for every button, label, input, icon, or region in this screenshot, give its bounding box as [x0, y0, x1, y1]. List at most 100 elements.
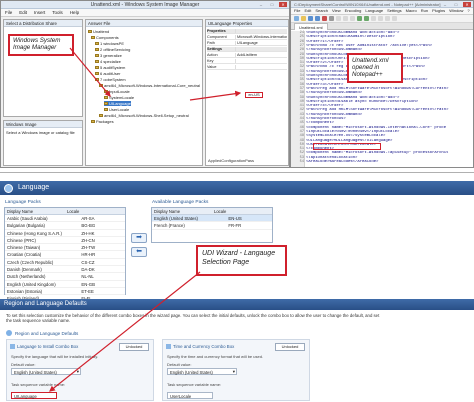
unlock-button[interactable]: Unlocked	[275, 343, 305, 351]
property-row-value[interactable]: Value	[207, 65, 287, 70]
close-file-icon[interactable]	[322, 16, 327, 21]
save-icon[interactable]	[308, 16, 313, 21]
available-language-packs-list[interactable]: Available Language Packs Display Name Lo…	[151, 200, 273, 243]
tree-item-setting[interactable]: SystemLocale	[104, 95, 134, 100]
tree-item-pass[interactable]: 6 auditUser	[95, 71, 120, 76]
npp-title: C:\DeploymentShare\Control\WIN10X64\Unat…	[294, 2, 441, 7]
menu-tools[interactable]: Tools	[52, 10, 63, 15]
npp-menu-item[interactable]: Plugins	[432, 8, 445, 14]
menu-edit[interactable]: Edit	[19, 10, 27, 15]
remove-language-button[interactable]: ⬅	[131, 247, 147, 257]
tree-item-packages[interactable]: Packages	[91, 119, 114, 124]
tree-item-pass[interactable]: 2 offlineServicing	[95, 47, 130, 52]
tree-item-pass[interactable]: 1 windowsPE	[95, 41, 124, 46]
col-display-name[interactable]: Display Name	[5, 208, 65, 214]
language-packs-list[interactable]: Language Packs Display Name Locale Arabi…	[4, 200, 126, 303]
npp-menu-item[interactable]: Encoding	[345, 8, 362, 14]
npp-menu-item[interactable]: ?	[467, 8, 469, 14]
language-row[interactable]: English (United Kingdom) EN-GB	[5, 281, 125, 288]
close-icon[interactable]: ✕	[463, 2, 471, 7]
zoom-in-icon[interactable]	[385, 16, 390, 21]
tree-item-setting[interactable]: InputLocale	[104, 89, 130, 94]
windows-image-pane[interactable]: Windows Image Select a Windows image or …	[3, 120, 83, 166]
undo-icon[interactable]	[357, 16, 362, 21]
language-row[interactable]: French (France) FR-FR	[152, 222, 272, 230]
card-description: Specify the language that will be instal…	[11, 354, 99, 359]
language-name: Czech (Czech Republic)	[7, 259, 54, 265]
col-display-name[interactable]: Display Name	[152, 208, 212, 214]
new-file-icon[interactable]	[294, 16, 299, 21]
tree-item-setting[interactable]: UserLocale	[104, 107, 129, 112]
tree-item-pass[interactable]: 5 auditSystem	[95, 65, 125, 70]
card-title: Language to Install Combo Box	[17, 344, 79, 349]
language-row[interactable]: Chinese (Taiwan) ZH-TW	[5, 244, 125, 252]
language-row[interactable]: Arabic (Saudi Arabia) AR-SA	[5, 215, 125, 223]
language-packs-header: Display Name Locale	[5, 208, 125, 215]
language-row[interactable]: Dutch (Netherlands) NL-NL	[5, 273, 125, 281]
language-row[interactable]: Croatian (Croatia) HR-HR	[5, 251, 125, 259]
uilanguage-variable-field[interactable]: UILanguage	[11, 392, 57, 399]
open-file-icon[interactable]	[301, 16, 306, 21]
language-locale: EN-US	[228, 216, 242, 221]
tree-item-components[interactable]: Components	[91, 35, 119, 40]
tree-item-pass[interactable]: 4 specialize	[95, 59, 121, 64]
tree-item-component[interactable]: amd64_Microsoft-Windows-Shell-Setup_neut…	[99, 113, 189, 118]
npp-menu-item[interactable]: View	[332, 8, 341, 14]
find-icon[interactable]	[371, 16, 376, 21]
default-language-select[interactable]: English (United States)	[11, 368, 81, 375]
menu-help[interactable]: Help	[70, 10, 79, 15]
property-row[interactable]: Action AddListItem	[207, 53, 287, 58]
npp-menu-item[interactable]: Run	[421, 8, 428, 14]
npp-menu-item[interactable]: File	[294, 8, 300, 14]
language-row[interactable]: Czech (Czech Republic) CS-CZ	[5, 259, 125, 267]
tab-unattend[interactable]: Unattend.xml	[294, 23, 328, 30]
language-row[interactable]: Chinese (PRC) ZH-CN	[5, 237, 125, 245]
copy-icon[interactable]	[343, 16, 348, 21]
language-row[interactable]: English (United States) EN-US	[152, 215, 272, 223]
close-icon[interactable]: ✕	[279, 2, 287, 7]
unlock-button[interactable]: Unlocked	[119, 343, 149, 351]
language-name: Chinese (Taiwan)	[7, 245, 41, 251]
zoom-out-icon[interactable]	[392, 16, 397, 21]
answer-file-tree[interactable]: Answer File Unattend Components 1 window…	[85, 19, 203, 166]
language-row[interactable]: Chinese (Hong Kong S.A.R.) ZH-HK	[5, 230, 125, 237]
minimize-icon[interactable]: –	[441, 2, 449, 7]
col-locale[interactable]: Locale	[212, 208, 272, 214]
tree-item-uilanguage[interactable]: UILanguage	[104, 101, 131, 106]
npp-menu-item[interactable]: Search	[315, 8, 328, 14]
paste-icon[interactable]	[350, 16, 355, 21]
userlocale-variable-field[interactable]: UserLocale	[167, 392, 213, 399]
code-line[interactable]: <AreaCode>%AreaCode%</AreaCode>	[306, 160, 473, 165]
language-row[interactable]: Danish (Denmark) DA-DK	[5, 266, 125, 274]
minimize-icon[interactable]: –	[257, 2, 265, 7]
property-row[interactable]: Key	[207, 59, 287, 64]
npp-menu-item[interactable]: Settings	[387, 8, 401, 14]
npp-menu-item[interactable]: Language	[365, 8, 383, 14]
col-locale[interactable]: Locale	[65, 208, 125, 214]
cut-icon[interactable]	[336, 16, 341, 21]
npp-menu-item[interactable]: Window	[449, 8, 463, 14]
maximize-icon[interactable]: □	[452, 2, 460, 7]
tree-item-component[interactable]: amd64_Microsoft-Windows-International-Co…	[99, 83, 200, 88]
maximize-icon[interactable]: □	[268, 2, 276, 7]
uilanguage-line-highlight	[313, 143, 381, 150]
tree-item-pass[interactable]: 7 oobeSystem	[95, 77, 126, 82]
print-icon[interactable]	[329, 16, 334, 21]
language-row[interactable]: Estonian (Estonia) ET-EE	[5, 288, 125, 296]
language-row[interactable]: Bulgarian (Bulgaria) BG-BG	[5, 222, 125, 230]
menu-file[interactable]: File	[5, 10, 12, 15]
tree-item-unattend[interactable]: Unattend	[88, 29, 109, 34]
replace-icon[interactable]	[378, 16, 383, 21]
save-all-icon[interactable]	[315, 16, 320, 21]
add-language-button[interactable]: ➡	[131, 233, 147, 243]
property-row[interactable]: ComponentMicrosoft-Windows-International…	[207, 35, 287, 40]
default-locale-select[interactable]: English (United States)	[167, 368, 237, 375]
value-highlight[interactable]: en-US	[245, 92, 263, 98]
tree-item-pass[interactable]: 3 generalize	[95, 53, 122, 58]
menu-insert[interactable]: Insert	[34, 10, 45, 15]
redo-icon[interactable]	[364, 16, 369, 21]
npp-menu-item[interactable]: Macro	[406, 8, 417, 14]
distribution-share-pane[interactable]: Select a Distribution Share Windows Syst…	[3, 19, 83, 117]
npp-menu-item[interactable]: Edit	[304, 8, 311, 14]
property-row[interactable]: Path UILanguage	[207, 41, 287, 46]
